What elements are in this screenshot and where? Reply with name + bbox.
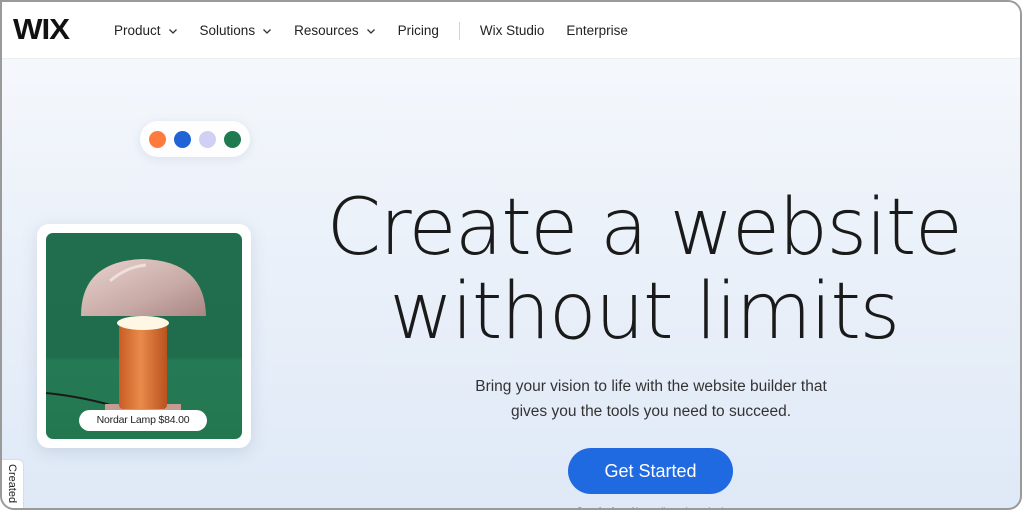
nav-item-label: Solutions xyxy=(199,23,256,38)
nav-item-enterprise[interactable]: Enterprise xyxy=(566,23,628,38)
nav-item-label: Enterprise xyxy=(566,23,628,38)
color-swatch-picker xyxy=(140,121,250,157)
nav-item-label: Pricing xyxy=(397,23,439,38)
hero-subtitle: Bring your vision to life with the websi… xyxy=(442,374,860,424)
cta-disclaimer: Start for free. No credit card required xyxy=(522,506,778,508)
product-price-label: Nordar Lamp $84.00 xyxy=(79,410,207,431)
lamp-bulb-glow xyxy=(117,316,169,330)
subtitle-line-1: Bring your vision to life with the websi… xyxy=(475,378,827,395)
site-header: WIX Product Solutions Resources Pricing … xyxy=(2,2,1020,59)
product-image: Nordar Lamp $84.00 xyxy=(46,233,242,439)
main-nav: Product Solutions Resources Pricing Wix … xyxy=(114,2,650,59)
nav-item-solutions[interactable]: Solutions xyxy=(200,23,273,38)
subtitle-line-2: gives you the tools you need to succeed. xyxy=(510,403,792,420)
color-swatch-orange[interactable] xyxy=(149,130,166,148)
headline-line-1: Create a website xyxy=(326,183,963,273)
color-swatch-green[interactable] xyxy=(224,130,241,148)
browser-viewport: WIX Product Solutions Resources Pricing … xyxy=(0,0,1022,510)
chevron-down-icon xyxy=(168,28,177,34)
nav-item-label: Product xyxy=(114,23,161,38)
chevron-down-icon xyxy=(263,28,272,34)
nav-item-product[interactable]: Product xyxy=(114,23,178,38)
chevron-down-icon xyxy=(366,28,375,34)
nav-divider xyxy=(458,21,460,40)
lamp-illustration xyxy=(46,259,206,419)
nav-item-label: Wix Studio xyxy=(479,23,545,38)
get-started-button[interactable]: Get Started xyxy=(568,448,733,494)
wix-logo[interactable]: WIX xyxy=(13,14,70,47)
nav-item-resources[interactable]: Resources xyxy=(294,23,376,38)
lamp-stem xyxy=(119,323,167,409)
nav-item-label: Resources xyxy=(294,23,359,38)
nav-item-pricing[interactable]: Pricing xyxy=(398,23,439,38)
headline-line-2: without limits xyxy=(389,267,900,357)
nav-item-wix-studio[interactable]: Wix Studio xyxy=(480,23,545,38)
hero-headline: Create a website without limits xyxy=(262,183,1020,357)
created-side-tab[interactable]: Created xyxy=(2,459,24,508)
created-tab-label: Created xyxy=(6,464,18,504)
color-swatch-blue[interactable] xyxy=(174,130,191,148)
product-card[interactable]: Nordar Lamp $84.00 xyxy=(37,224,251,448)
lamp-shade xyxy=(81,259,206,316)
color-swatch-lavender[interactable] xyxy=(199,130,216,148)
